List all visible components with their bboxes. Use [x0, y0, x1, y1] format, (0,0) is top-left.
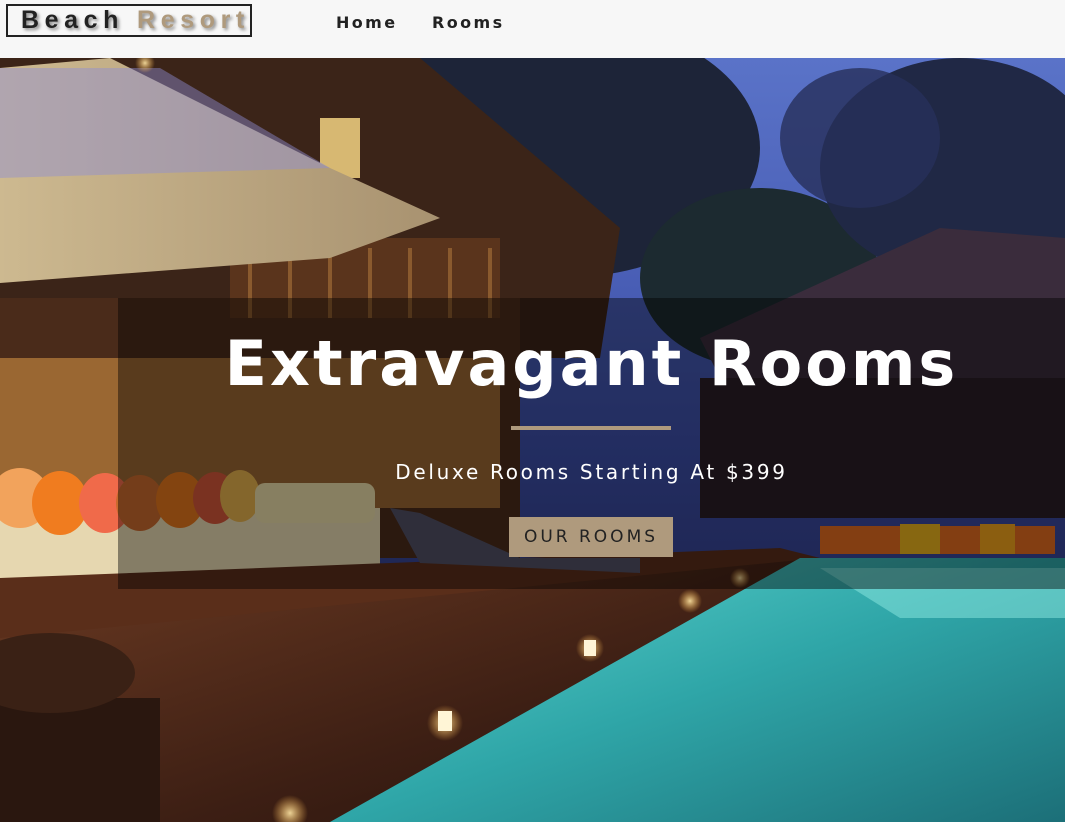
logo-word-beach: Beach [21, 6, 125, 34]
nav-link-home[interactable]: Home [336, 13, 398, 32]
our-rooms-button[interactable]: OUR ROOMS [509, 517, 673, 557]
logo-word-resort: Resort [137, 6, 250, 34]
hero-banner: Extravagant Rooms Deluxe Rooms Starting … [118, 298, 1065, 589]
nav-link-rooms[interactable]: Rooms [432, 13, 505, 32]
hero-subtitle: Deluxe Rooms Starting At $399 [395, 460, 788, 484]
hero-title: Extravagant Rooms [224, 327, 959, 400]
hero-section: Extravagant Rooms Deluxe Rooms Starting … [0, 58, 1065, 822]
navbar: Beach Resort Home Rooms [0, 0, 1065, 58]
title-divider [511, 426, 671, 430]
site-logo[interactable]: Beach Resort [6, 4, 252, 37]
